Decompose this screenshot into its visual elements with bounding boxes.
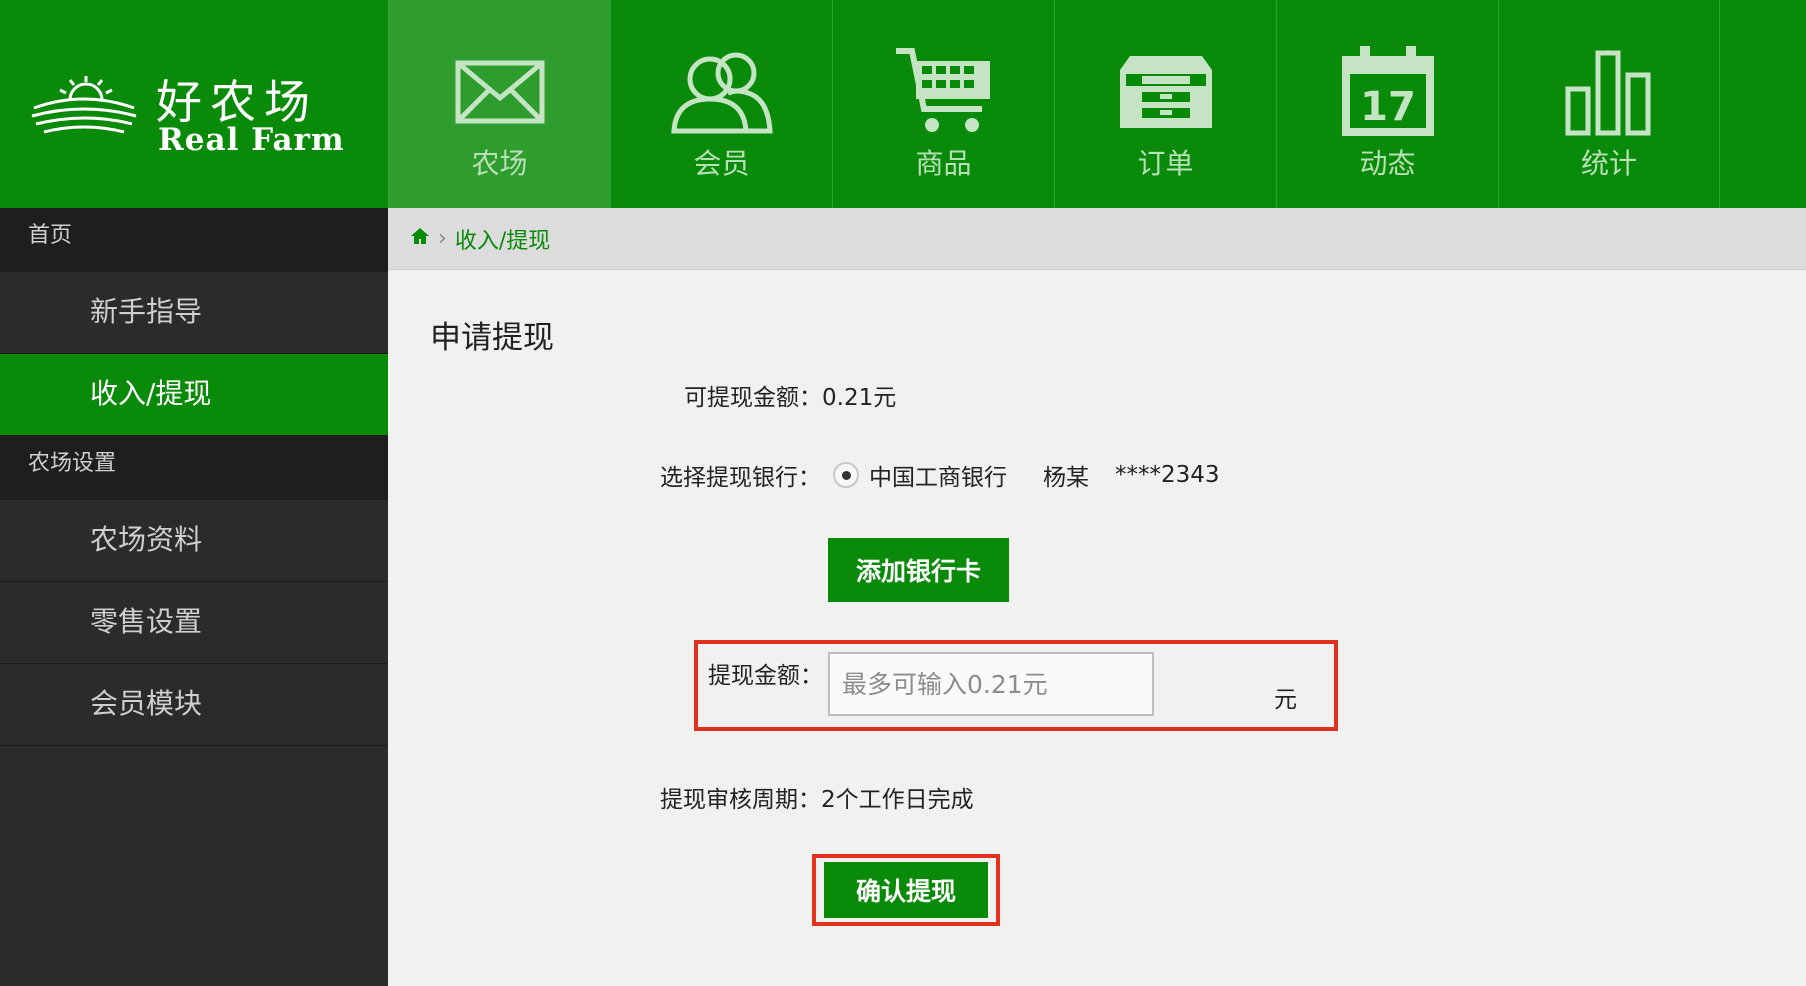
- bank-select-label: 选择提现银行：: [660, 465, 821, 491]
- sidebar-item-member-module[interactable]: 会员模块: [0, 664, 388, 746]
- sidebar-item-income-withdraw[interactable]: 收入/提现: [0, 354, 388, 436]
- withdraw-amount-label: 提现金额：: [708, 663, 823, 689]
- page-title: 申请提现: [430, 320, 554, 356]
- sidebar-item-guide[interactable]: 新手指导: [0, 272, 388, 354]
- bank-holder-name: 杨某: [1043, 465, 1089, 491]
- sidebar-item-farm-profile[interactable]: 农场资料: [0, 500, 388, 582]
- bank-card-number: ****2343: [1115, 462, 1220, 488]
- review-period-row: 提现审核周期：2个工作日完成: [660, 780, 974, 814]
- nav-item-farm[interactable]: 农场: [388, 0, 610, 208]
- review-period-value: 2个工作日完成: [821, 787, 974, 813]
- envelope-icon: [445, 42, 555, 142]
- sidebar-group-farm-settings[interactable]: 农场设置: [0, 436, 388, 500]
- home-icon[interactable]: [410, 226, 430, 251]
- top-header: 好农场 Real Farm 农场 会员 商品 订单 17 动态 统计: [0, 0, 1806, 208]
- farm-logo-icon: [31, 76, 137, 134]
- available-amount-row: 可提现金额：0.21元: [684, 378, 896, 412]
- bank-select-row: 选择提现银行： 中国工商银行 杨某 ****2343: [660, 458, 1220, 492]
- nav-item-activity[interactable]: 17 动态: [1276, 0, 1498, 208]
- available-amount-value: 0.21元: [822, 385, 897, 411]
- logo-english-name: Real Farm: [158, 122, 345, 158]
- nav-label-products: 商品: [915, 147, 972, 180]
- confirm-withdraw-button[interactable]: 确认提现: [824, 862, 988, 918]
- cabinet-icon: [1111, 42, 1221, 142]
- bar-chart-icon: [1554, 42, 1664, 142]
- breadcrumb-current: 收入/提现: [454, 228, 551, 254]
- members-icon: [667, 42, 777, 142]
- nav-label-members: 会员: [693, 147, 750, 180]
- cart-icon: [889, 42, 999, 142]
- review-period-label: 提现审核周期：: [660, 787, 821, 813]
- nav-item-products[interactable]: 商品: [832, 0, 1054, 208]
- withdraw-amount-input[interactable]: [828, 652, 1154, 716]
- bank-radio[interactable]: [833, 462, 859, 488]
- nav-label-orders: 订单: [1137, 147, 1194, 180]
- bank-name: 中国工商银行: [869, 465, 1007, 491]
- add-bank-card-button[interactable]: 添加银行卡: [828, 538, 1009, 602]
- top-nav: 农场 会员 商品 订单 17 动态 统计: [388, 0, 1720, 208]
- nav-item-orders[interactable]: 订单: [1054, 0, 1276, 208]
- calendar-day: 17: [1360, 84, 1416, 130]
- nav-label-stats: 统计: [1580, 147, 1637, 180]
- breadcrumb: › 收入/提现: [388, 208, 1806, 270]
- nav-label-farm: 农场: [471, 147, 528, 180]
- sidebar-group-home[interactable]: 首页: [0, 208, 388, 272]
- nav-item-members[interactable]: 会员: [610, 0, 832, 208]
- sidebar-item-retail-settings[interactable]: 零售设置: [0, 582, 388, 664]
- logo[interactable]: 好农场 Real Farm: [0, 0, 388, 208]
- calendar-icon: 17: [1333, 42, 1443, 142]
- chevron-right-icon: ›: [438, 226, 447, 251]
- radio-selected-dot: [841, 470, 851, 480]
- sidebar: 首页 新手指导 收入/提现 农场设置 农场资料 零售设置 会员模块: [0, 208, 388, 986]
- main-content: › 收入/提现 申请提现 可提现金额：0.21元 选择提现银行： 中国工商银行 …: [388, 208, 1806, 986]
- nav-label-activity: 动态: [1359, 147, 1416, 180]
- amount-unit: 元: [1274, 687, 1297, 713]
- available-amount-label: 可提现金额：: [684, 385, 822, 411]
- nav-item-stats[interactable]: 统计: [1498, 0, 1720, 208]
